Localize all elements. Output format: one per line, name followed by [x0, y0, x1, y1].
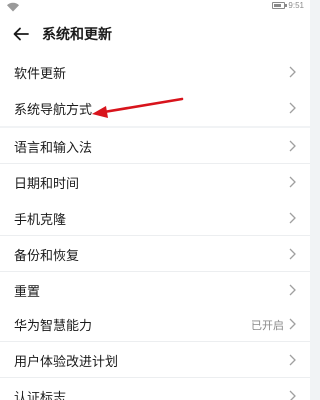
list-item-certification[interactable]: 认证标志	[0, 378, 310, 400]
list-item-label: 手机克隆	[14, 213, 67, 228]
list-item-label: 用户体验改进计划	[14, 355, 119, 370]
settings-group-language-time: 语言和输入法 日期和时间	[0, 128, 310, 200]
chevron-right-icon	[289, 318, 296, 330]
list-item-label: 重置	[14, 285, 41, 300]
chevron-right-icon	[289, 102, 296, 114]
list-item-label: 备份和恢复	[14, 249, 80, 264]
settings-group-updates: 软件更新	[0, 54, 310, 90]
settings-group-backup: 手机克隆 备份和恢复 重置	[0, 200, 310, 308]
chevron-right-icon	[289, 284, 296, 296]
list-item-date-time[interactable]: 日期和时间	[0, 164, 310, 200]
list-item-language-input[interactable]: 语言和输入法	[0, 128, 310, 164]
status-time: 9:51	[288, 1, 304, 10]
status-value: 已开启	[251, 319, 284, 332]
chevron-right-icon	[289, 66, 296, 78]
list-item-label: 华为智慧能力	[14, 319, 93, 334]
page-title: 系统和更新	[42, 27, 112, 43]
list-item-label: 日期和时间	[14, 177, 80, 192]
list-item-software-update[interactable]: 软件更新	[0, 54, 310, 90]
chevron-right-icon	[289, 390, 296, 400]
list-item-huawei-smart[interactable]: 华为智慧能力 已开启	[0, 306, 310, 342]
arrow-left-icon[interactable]	[12, 25, 30, 43]
app-header: 系统和更新	[0, 14, 310, 54]
chevron-right-icon	[289, 354, 296, 366]
list-item-phone-clone[interactable]: 手机克隆	[0, 200, 310, 236]
wifi-icon	[7, 2, 19, 12]
list-item-label: 系统导航方式	[14, 103, 93, 118]
chevron-right-icon	[289, 212, 296, 224]
settings-group-navigation: 系统导航方式	[0, 90, 310, 126]
list-item-label: 认证标志	[14, 391, 67, 400]
list-item-backup-restore[interactable]: 备份和恢复	[0, 236, 310, 272]
list-item-system-navigation[interactable]: 系统导航方式	[0, 90, 310, 126]
list-item-label: 软件更新	[14, 67, 67, 82]
chevron-right-icon	[289, 248, 296, 260]
settings-group-misc: 华为智慧能力 已开启 用户体验改进计划 认证标志	[0, 306, 310, 400]
chevron-right-icon	[289, 176, 296, 188]
battery-icon	[272, 2, 288, 9]
list-item-reset[interactable]: 重置	[0, 272, 310, 308]
chevron-right-icon	[289, 140, 296, 152]
list-item-user-experience[interactable]: 用户体验改进计划	[0, 342, 310, 378]
status-bar: 9:51	[0, 0, 310, 14]
list-item-label: 语言和输入法	[14, 141, 93, 156]
